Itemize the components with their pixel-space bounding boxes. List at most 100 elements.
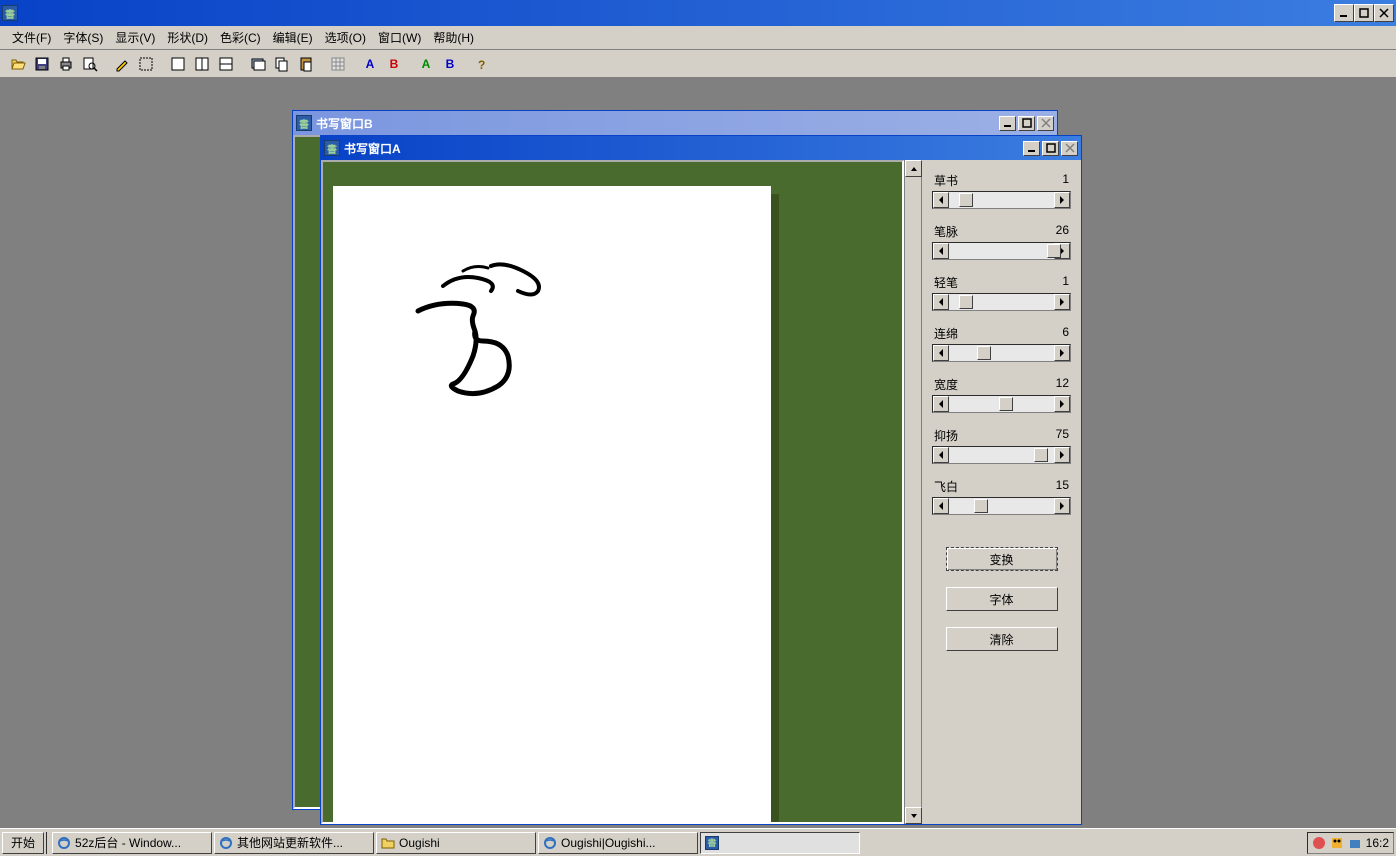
menu-edit[interactable]: 编辑(E) — [267, 27, 319, 48]
window-b-maximize[interactable] — [1018, 116, 1035, 131]
menu-options[interactable]: 选项(O) — [319, 27, 372, 48]
save-button[interactable] — [30, 52, 54, 75]
menu-window[interactable]: 窗口(W) — [372, 27, 427, 48]
task-label: Ougishi — [399, 836, 440, 850]
window-b-minimize[interactable] — [999, 116, 1016, 131]
slider-track[interactable] — [932, 395, 1071, 413]
slider-track[interactable] — [932, 446, 1071, 464]
window-a-close[interactable] — [1061, 141, 1078, 156]
task-button-1[interactable]: 其他网站更新软件... — [214, 832, 374, 854]
window-b-close[interactable] — [1037, 116, 1054, 131]
menu-font[interactable]: 字体(S) — [57, 27, 109, 48]
close-button[interactable] — [1374, 4, 1394, 22]
slider-thumb[interactable] — [999, 397, 1013, 411]
task-button-3[interactable]: Ougishi|Ougishi... — [538, 832, 698, 854]
slider-thumb[interactable] — [977, 346, 991, 360]
slider-track[interactable] — [932, 293, 1071, 311]
slider-value: 26 — [1056, 223, 1069, 240]
window-a-minimize[interactable] — [1023, 141, 1040, 156]
slider-thumb[interactable] — [959, 193, 973, 207]
grid-button[interactable] — [326, 52, 350, 75]
window-a-maximize[interactable] — [1042, 141, 1059, 156]
tray-icon-2[interactable] — [1330, 836, 1344, 850]
layout1-button[interactable] — [166, 52, 190, 75]
slider-label: 飞白 — [934, 478, 958, 495]
slider-track[interactable] — [932, 344, 1071, 362]
minimize-button[interactable] — [1334, 4, 1354, 22]
slider-left-button[interactable] — [933, 447, 949, 463]
slider-thumb[interactable] — [1034, 448, 1048, 462]
open-button[interactable] — [6, 52, 30, 75]
maximize-button[interactable] — [1354, 4, 1374, 22]
window-a-titlebar[interactable]: 書 书写窗口A — [321, 136, 1081, 160]
menu-file[interactable]: 文件(F) — [6, 27, 57, 48]
print-button[interactable] — [54, 52, 78, 75]
slider-right-button[interactable] — [1054, 345, 1070, 361]
writing-window-a[interactable]: 書 书写窗口A — [320, 135, 1082, 825]
window-b-titlebar[interactable]: 書 书写窗口B — [293, 111, 1057, 135]
style-b2-button[interactable]: B — [438, 52, 462, 75]
slider-left-button[interactable] — [933, 396, 949, 412]
slider-right-button[interactable] — [1054, 498, 1070, 514]
ie-icon — [543, 836, 557, 850]
taskbar: 开始 52z后台 - Window... 其他网站更新软件... Ougishi Ou… — [0, 828, 1396, 856]
style-b1-button[interactable]: B — [382, 52, 406, 75]
paper[interactable] — [333, 186, 771, 824]
slider-right-button[interactable] — [1054, 396, 1070, 412]
canvas-a[interactable] — [321, 160, 904, 824]
menu-view[interactable]: 显示(V) — [109, 27, 161, 48]
clear-button[interactable]: 清除 — [946, 627, 1058, 651]
slider-group-5: 抑扬 75 — [932, 427, 1071, 464]
select-button[interactable] — [134, 52, 158, 75]
paste-button[interactable] — [294, 52, 318, 75]
slider-left-button[interactable] — [933, 243, 949, 259]
slider-left-button[interactable] — [933, 498, 949, 514]
slider-track[interactable] — [932, 497, 1071, 515]
preview-button[interactable] — [78, 52, 102, 75]
workspace: 書 书写窗口B 書 书写窗口A — [0, 78, 1396, 828]
slider-left-button[interactable] — [933, 294, 949, 310]
app-icon: 書 — [296, 115, 312, 131]
slider-right-button[interactable] — [1054, 447, 1070, 463]
menu-color[interactable]: 色彩(C) — [214, 27, 267, 48]
style-a1-button[interactable]: A — [358, 52, 382, 75]
pen-button[interactable] — [110, 52, 134, 75]
cut-button[interactable] — [246, 52, 270, 75]
menubar: 文件(F) 字体(S) 显示(V) 形状(D) 色彩(C) 编辑(E) 选项(O… — [0, 26, 1396, 50]
font-button[interactable]: 字体 — [946, 587, 1058, 611]
menu-help[interactable]: 帮助(H) — [427, 27, 480, 48]
slider-thumb[interactable] — [959, 295, 973, 309]
slider-left-button[interactable] — [933, 192, 949, 208]
transform-button[interactable]: 变换 — [946, 547, 1058, 571]
scroll-up-button[interactable] — [905, 160, 922, 177]
slider-value: 15 — [1056, 478, 1069, 495]
slider-label: 轻笔 — [934, 274, 958, 291]
svg-text:?: ? — [478, 58, 485, 72]
start-button[interactable]: 开始 — [2, 832, 44, 854]
window-a-title: 书写窗口A — [344, 140, 401, 157]
slider-right-button[interactable] — [1054, 192, 1070, 208]
slider-right-button[interactable] — [1054, 294, 1070, 310]
layout2-button[interactable] — [190, 52, 214, 75]
slider-track[interactable] — [932, 191, 1071, 209]
task-button-4[interactable]: 書 — [700, 832, 860, 854]
style-a2-button[interactable]: A — [414, 52, 438, 75]
slider-track[interactable] — [932, 242, 1071, 260]
slider-left-button[interactable] — [933, 345, 949, 361]
slider-thumb[interactable] — [974, 499, 988, 513]
slider-thumb[interactable] — [1047, 244, 1061, 258]
task-button-0[interactable]: 52z后台 - Window... — [52, 832, 212, 854]
vertical-scrollbar[interactable] — [904, 160, 921, 824]
task-button-2[interactable]: Ougishi — [376, 832, 536, 854]
menu-shape[interactable]: 形状(D) — [161, 27, 214, 48]
help-button[interactable]: ? — [470, 52, 494, 75]
layout3-button[interactable] — [214, 52, 238, 75]
scroll-down-button[interactable] — [905, 807, 922, 824]
tray-icon-1[interactable] — [1312, 836, 1326, 850]
slider-value: 75 — [1056, 427, 1069, 444]
task-label: 其他网站更新软件... — [237, 834, 343, 851]
copy-button[interactable] — [270, 52, 294, 75]
slider-label: 连绵 — [934, 325, 958, 342]
slider-label: 宽度 — [934, 376, 958, 393]
tray-icon-3[interactable] — [1348, 836, 1362, 850]
